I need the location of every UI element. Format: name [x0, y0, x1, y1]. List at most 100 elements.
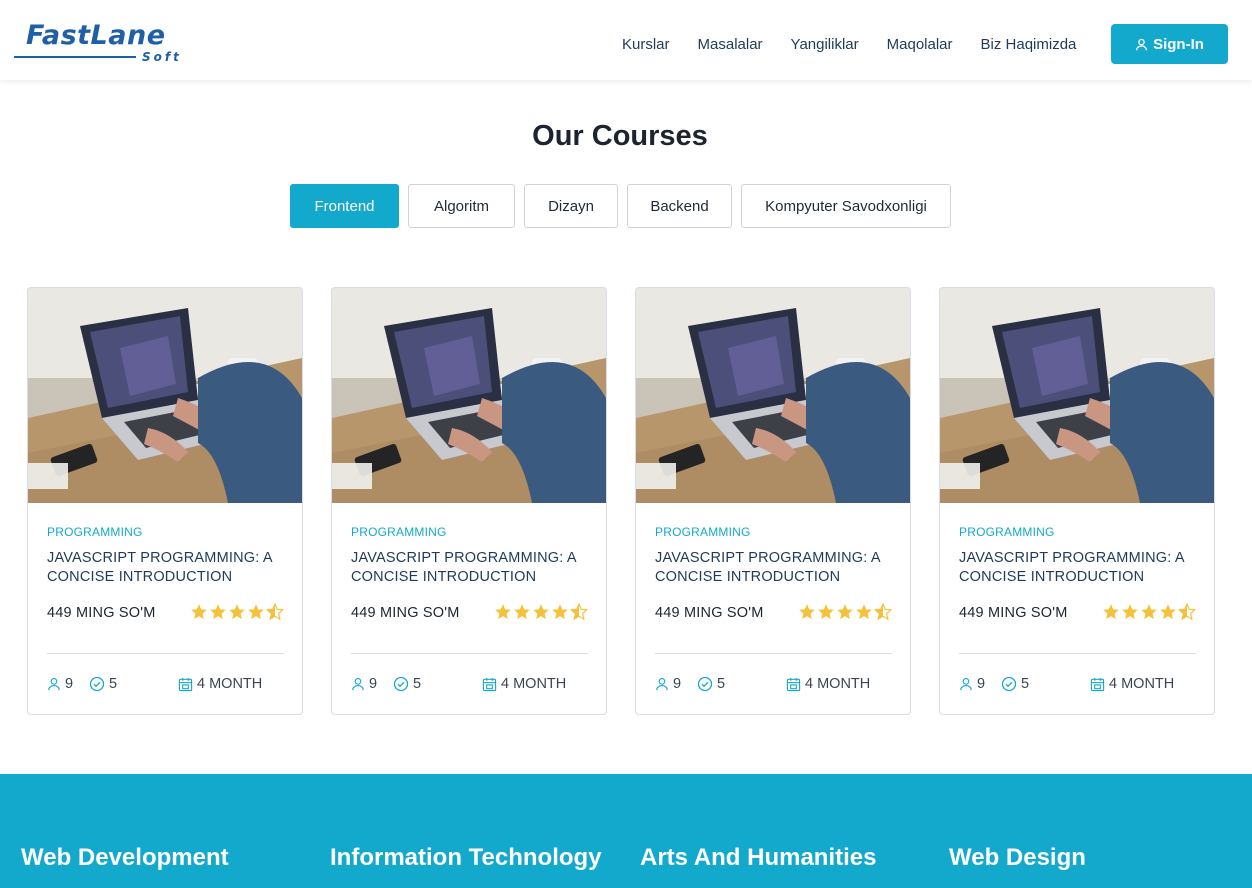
nav-item-masalalar[interactable]: Masalalar [698, 36, 763, 53]
course-category: PROGRAMMING [959, 525, 1055, 539]
nav-item-kurslar[interactable]: Kurslar [622, 36, 670, 53]
course-card[interactable]: PROGRAMMING JAVASCRIPT PROGRAMMING: A CO… [635, 287, 911, 715]
course-price: 449 MING SO'M [655, 605, 764, 621]
card-divider [47, 653, 284, 654]
star-icon [495, 604, 511, 620]
calendar-icon [1090, 677, 1105, 691]
duration-value: 4 MONTH [1109, 676, 1175, 692]
tab-backend[interactable]: Backend [627, 184, 732, 228]
calendar-icon [786, 677, 801, 691]
star-icon [1122, 604, 1138, 620]
tab-label: Kompyuter Savodxonligi [765, 197, 927, 215]
tab-label: Frontend [314, 197, 375, 215]
course-duration: 4 MONTH [1090, 676, 1174, 692]
lessons-value: 5 [413, 676, 422, 692]
tab-frontend[interactable]: Frontend [290, 184, 399, 228]
course-card[interactable]: PROGRAMMING JAVASCRIPT PROGRAMMING: A CO… [27, 287, 303, 715]
course-duration: 4 MONTH [178, 676, 262, 692]
star-half-icon [874, 603, 892, 620]
course-thumbnail [940, 288, 1214, 503]
star-icon [837, 604, 853, 620]
course-thumbnail [636, 288, 910, 503]
brand-name: FastLane [26, 20, 166, 51]
user-icon [352, 678, 364, 691]
course-thumbnail [332, 288, 606, 503]
check-circle-icon [89, 676, 105, 692]
category-web-design[interactable]: Web Design [949, 844, 1086, 872]
main-nav: Kurslar Masalalar Yangiliklar Maqolalar … [622, 36, 1104, 53]
duration-value: 4 MONTH [805, 676, 871, 692]
students-count: 9 [47, 676, 73, 692]
star-icon [248, 604, 264, 620]
course-title[interactable]: JAVASCRIPT PROGRAMMING: A CONCISE INTROD… [655, 549, 895, 587]
course-duration: 4 MONTH [786, 676, 870, 692]
course-rating [1102, 603, 1197, 620]
tab-dizayn[interactable]: Dizayn [524, 184, 618, 228]
category-web-development[interactable]: Web Development [21, 844, 229, 872]
students-value: 9 [977, 676, 986, 692]
students-count: 9 [351, 676, 377, 692]
star-half-icon [570, 603, 588, 620]
course-title[interactable]: JAVASCRIPT PROGRAMMING: A CONCISE INTROD… [47, 549, 287, 587]
check-circle-icon [393, 676, 409, 692]
nav-item-biz-haqimizda[interactable]: Biz Haqimizda [981, 36, 1077, 53]
duration-value: 4 MONTH [501, 676, 567, 692]
category-arts-and-humanities[interactable]: Arts And Humanities [640, 844, 876, 872]
star-icon [818, 604, 834, 620]
course-thumbnail [28, 288, 302, 503]
star-icon [799, 604, 815, 620]
lessons-value: 5 [109, 676, 118, 692]
star-icon [191, 604, 207, 620]
nav-item-yangiliklar[interactable]: Yangiliklar [791, 36, 859, 53]
star-icon [1141, 604, 1157, 620]
tab-algoritm[interactable]: Algoritm [408, 184, 515, 228]
students-value: 9 [673, 676, 682, 692]
lessons-value: 5 [1021, 676, 1030, 692]
tab-kompyuter-savodxonligi[interactable]: Kompyuter Savodxonligi [741, 184, 951, 228]
logo-underline [14, 56, 136, 58]
check-circle-icon [1001, 676, 1017, 692]
course-card-list: PROGRAMMING JAVASCRIPT PROGRAMMING: A CO… [27, 287, 1243, 715]
course-title[interactable]: JAVASCRIPT PROGRAMMING: A CONCISE INTROD… [351, 549, 591, 587]
lessons-count: 5 [89, 676, 117, 692]
duration-value: 4 MONTH [197, 676, 263, 692]
star-icon [533, 604, 549, 620]
star-half-icon [1178, 603, 1196, 620]
lessons-count: 5 [697, 676, 725, 692]
card-divider [655, 653, 892, 654]
course-rating [190, 603, 285, 620]
nav-item-maqolalar[interactable]: Maqolalar [887, 36, 953, 53]
site-header: FastLane Soft Kurslar Masalalar Yangilik… [0, 0, 1252, 80]
user-icon [48, 678, 60, 691]
course-card[interactable]: PROGRAMMING JAVASCRIPT PROGRAMMING: A CO… [331, 287, 607, 715]
brand-logo[interactable]: FastLane Soft [14, 18, 204, 66]
sign-in-label: Sign-In [1153, 35, 1204, 53]
sign-in-button[interactable]: Sign-In [1111, 24, 1228, 64]
students-count: 9 [655, 676, 681, 692]
check-circle-icon [697, 676, 713, 692]
tab-label: Algoritm [433, 197, 489, 215]
card-divider [351, 653, 588, 654]
course-card[interactable]: PROGRAMMING JAVASCRIPT PROGRAMMING: A CO… [939, 287, 1215, 715]
user-icon [1136, 38, 1148, 50]
course-title[interactable]: JAVASCRIPT PROGRAMMING: A CONCISE INTROD… [959, 549, 1199, 587]
course-price: 449 MING SO'M [47, 605, 156, 621]
course-rating [494, 603, 589, 620]
course-rating [798, 603, 893, 620]
students-count: 9 [959, 676, 985, 692]
students-value: 9 [369, 676, 378, 692]
star-icon [514, 604, 530, 620]
card-divider [959, 653, 1196, 654]
category-information-technology[interactable]: Information Technology [330, 844, 602, 872]
tab-label: Dizayn [548, 197, 594, 215]
students-value: 9 [65, 676, 74, 692]
course-category: PROGRAMMING [351, 525, 447, 539]
course-tabs: Frontend Algoritm Dizayn Backend Kompyut… [290, 184, 960, 228]
lessons-count: 5 [393, 676, 421, 692]
course-category: PROGRAMMING [47, 525, 143, 539]
user-icon [960, 678, 972, 691]
lessons-count: 5 [1001, 676, 1029, 692]
course-category: PROGRAMMING [655, 525, 751, 539]
star-half-icon [266, 603, 284, 620]
page-title: Our Courses [532, 120, 708, 152]
